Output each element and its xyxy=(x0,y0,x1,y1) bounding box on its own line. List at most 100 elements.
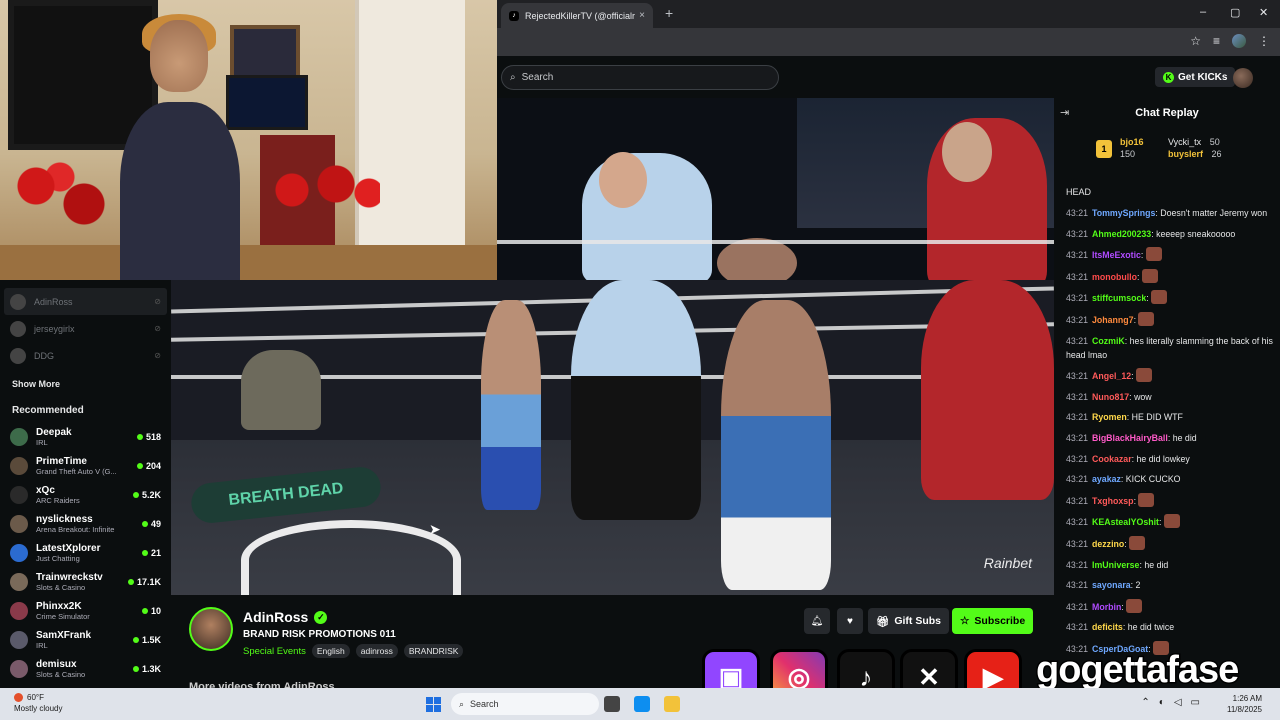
sidebar-item-trainwreckstv[interactable]: Trainwreckstv Slots & Casino 17.1K xyxy=(0,567,171,596)
social-handle: gogettafase xyxy=(1034,648,1240,693)
sidebar-item-latestxplorer[interactable]: LatestXplorer Just Chatting 21 xyxy=(0,538,171,567)
message-username[interactable]: BigBlackHairyBall xyxy=(1092,433,1168,443)
new-tab-button[interactable]: + xyxy=(665,5,673,21)
tab-close-icon[interactable]: × xyxy=(639,10,645,21)
battery-icon[interactable]: ▭ xyxy=(1191,697,1200,708)
message-username[interactable]: ImUniverse xyxy=(1092,560,1139,570)
chat-message: 43:21 TommySprings: Doesn't matter Jeremy… xyxy=(1066,206,1274,220)
chat-message: 43:21 stiffcumsock: xyxy=(1066,290,1274,305)
message-username[interactable]: deficits xyxy=(1092,622,1123,632)
message-username[interactable]: sayonara xyxy=(1092,580,1131,590)
network-icon[interactable]: ◐ xyxy=(1159,697,1165,708)
message-time: 43:21 xyxy=(1066,250,1089,261)
message-username[interactable]: Ahmed200233 xyxy=(1092,229,1151,239)
stream-title: BRAND RISK PROMOTIONS 011 xyxy=(243,629,396,640)
chat-message: 43:21 ItsMeExotic: xyxy=(1066,247,1274,262)
viewer-count: 17.1K xyxy=(128,577,161,587)
sidebar-item-demisux[interactable]: demisux Slots & Casino 1.3K xyxy=(0,654,171,683)
message-username[interactable]: Morbin xyxy=(1092,602,1121,612)
file-explorer-icon[interactable] xyxy=(664,696,680,712)
avatar xyxy=(10,347,26,364)
emote-icon xyxy=(1141,268,1158,283)
follow-heart-button[interactable]: ♥ xyxy=(837,608,863,634)
emote-icon xyxy=(1136,368,1153,383)
extensions-icon[interactable]: ≡ xyxy=(1213,34,1220,48)
show-more-link[interactable]: Show More xyxy=(0,369,171,389)
message-username[interactable]: CozmiK xyxy=(1092,336,1125,346)
offline-icon: ⊘ xyxy=(154,324,161,333)
message-username[interactable]: Angel_12 xyxy=(1092,371,1131,381)
sidebar-item-jerseygirlx[interactable]: jerseygirlx ⊘ xyxy=(0,315,171,342)
bookmark-star-icon[interactable]: ☆ xyxy=(1190,34,1201,48)
sidebar-item-xqc[interactable]: xQc ARC Raiders 5.2K xyxy=(0,480,171,509)
message-username[interactable]: Ryomen xyxy=(1092,412,1127,422)
message-time: 43:21 xyxy=(1066,517,1089,528)
channel-name[interactable]: AdinRoss xyxy=(243,609,308,625)
profile-avatar[interactable] xyxy=(1232,34,1246,48)
search-placeholder: Search xyxy=(521,72,554,83)
minimize-button[interactable]: – xyxy=(1200,6,1206,18)
sidebar-item-samxfrank[interactable]: SamXFrank IRL 1.5K xyxy=(0,625,171,654)
message-username[interactable]: ItsMeExotic xyxy=(1092,250,1141,260)
subscribe-button[interactable]: ☆ Subscribe xyxy=(952,608,1034,634)
copilot-icon[interactable] xyxy=(634,696,650,712)
close-window-button[interactable]: ✕ xyxy=(1259,6,1268,19)
menu-kebab-icon[interactable]: ⋮ xyxy=(1258,34,1270,48)
tag-chip[interactable]: adinross xyxy=(355,644,398,658)
tag-chip[interactable]: English xyxy=(311,644,350,658)
message-username[interactable]: Cookazar xyxy=(1092,454,1132,464)
weather-widget[interactable]: 60°F Mostly cloudy xyxy=(14,692,62,714)
maximize-button[interactable]: ▢ xyxy=(1230,6,1240,19)
sidebar-item-nyslickness[interactable]: nyslickness Arena Breakout: Infinite 49 xyxy=(0,509,171,538)
avatar xyxy=(10,572,28,591)
message-username[interactable]: TommySprings xyxy=(1092,208,1155,218)
sidebar-item-phinxx2k[interactable]: Phinxx2K Crime Simulator 10 xyxy=(0,596,171,625)
referee-head xyxy=(599,152,647,208)
message-username[interactable]: monobullo xyxy=(1092,272,1137,282)
notification-bell-button[interactable]: 🔔︎ xyxy=(804,608,830,634)
message-username[interactable]: dezzino xyxy=(1092,539,1124,549)
message-username[interactable]: ayakaz xyxy=(1092,474,1121,484)
left-sidebar: AdinRoss ⊘ jerseygirlx ⊘ DDG ⊘ Show More… xyxy=(0,280,171,688)
clock-time: 1:26 AM xyxy=(1232,694,1262,703)
volume-icon[interactable]: ◁ xyxy=(1174,697,1182,708)
rec-text: Phinxx2K Crime Simulator xyxy=(36,601,142,621)
sidebar-item-adinross[interactable]: AdinRoss ⊘ xyxy=(4,288,167,315)
rec-name: nyslickness xyxy=(36,513,93,525)
user-avatar[interactable] xyxy=(1233,68,1253,88)
chevron-up-icon[interactable]: ⌃ xyxy=(1141,697,1149,708)
taskbar-search-placeholder: Search xyxy=(470,699,499,709)
tag-chip[interactable]: BRANDRISK xyxy=(403,644,464,658)
viewer-count: 518 xyxy=(137,432,161,442)
message-text: HE DID WTF xyxy=(1131,412,1183,423)
message-username[interactable]: Txghoxsp xyxy=(1092,496,1134,506)
taskbar-search[interactable]: ⌕ Search xyxy=(451,693,599,715)
channel-avatar[interactable] xyxy=(189,607,233,651)
message-time: 43:21 xyxy=(1066,474,1089,485)
rec-category: Slots & Casino xyxy=(36,582,86,592)
get-kicks-button[interactable]: K Get KICKs xyxy=(1155,67,1236,87)
message-username[interactable]: KEAstealYOshit xyxy=(1092,517,1159,527)
message-username[interactable]: stiffcumsock xyxy=(1092,293,1146,303)
windows-start-icon[interactable] xyxy=(426,697,441,712)
ring-rope xyxy=(497,240,1054,244)
task-view-icon[interactable] xyxy=(604,696,620,712)
weather-icon xyxy=(14,693,23,702)
video-player[interactable]: BREATH DEAD Rainbet ➤ xyxy=(171,280,1054,595)
avatar xyxy=(10,485,28,504)
message-text: keeeep sneakooooo xyxy=(1156,228,1236,239)
sidebar-item-deepak[interactable]: Deepak IRL 518 xyxy=(0,422,171,451)
clock[interactable]: 1:26 AM 11/8/2025 xyxy=(1227,693,1262,715)
message-time: 43:21 xyxy=(1066,391,1089,402)
gift-subs-button[interactable]: 🎁︎ Gift Subs xyxy=(868,608,950,634)
message-username[interactable]: Nuno817 xyxy=(1092,392,1129,402)
browser-tab[interactable]: ♪ RejectedKillerTV (@officialreject × xyxy=(501,3,653,28)
category-link[interactable]: Special Events xyxy=(243,646,306,657)
gift-subs-label: Gift Subs xyxy=(894,615,942,627)
sidebar-item-ddg[interactable]: DDG ⊘ xyxy=(0,342,171,369)
message-username[interactable]: Johanng7 xyxy=(1092,315,1134,325)
video-player-top[interactable] xyxy=(497,98,1054,280)
emote-icon xyxy=(1138,492,1155,507)
search-input[interactable]: ⌕ Search xyxy=(501,65,779,90)
sidebar-item-primetime[interactable]: PrimeTime Grand Theft Auto V (G... 204 xyxy=(0,451,171,480)
